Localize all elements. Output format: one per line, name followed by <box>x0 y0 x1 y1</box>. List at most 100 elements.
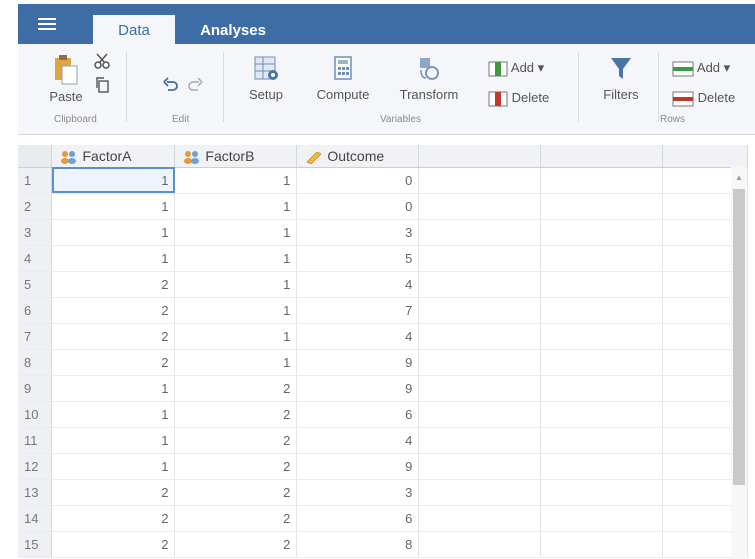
setup-button[interactable]: Setup <box>244 54 288 102</box>
column-header-empty[interactable] <box>662 145 748 168</box>
column-header-factora[interactable]: FactorA <box>51 145 176 168</box>
table-cell[interactable]: 2 <box>51 271 176 298</box>
compute-button[interactable]: Compute <box>312 54 374 102</box>
table-row[interactable]: 2110 <box>18 193 748 220</box>
table-row[interactable]: 6217 <box>18 297 748 324</box>
row-number[interactable]: 5 <box>18 271 53 298</box>
empty-cell[interactable] <box>540 375 664 402</box>
empty-cell[interactable] <box>540 245 664 272</box>
table-cell[interactable]: 1 <box>51 245 176 272</box>
empty-cell[interactable] <box>418 401 542 428</box>
empty-cell[interactable] <box>418 505 542 532</box>
table-cell[interactable]: 9 <box>296 453 420 480</box>
empty-cell[interactable] <box>418 479 542 506</box>
delete-row-button[interactable]: Delete <box>672 90 735 107</box>
hamburger-menu-icon[interactable] <box>38 15 56 33</box>
table-cell[interactable]: 6 <box>296 505 420 532</box>
scrollbar-thumb[interactable] <box>733 189 745 485</box>
empty-cell[interactable] <box>540 453 664 480</box>
row-number[interactable]: 1 <box>18 167 53 194</box>
copy-button[interactable] <box>92 76 112 97</box>
add-row-button[interactable]: Add ▾ <box>672 60 730 77</box>
empty-cell[interactable] <box>540 401 664 428</box>
empty-cell[interactable] <box>418 219 542 246</box>
table-cell[interactable]: 2 <box>51 297 176 324</box>
row-number[interactable]: 11 <box>18 427 53 454</box>
table-cell[interactable]: 1 <box>51 219 176 246</box>
table-cell[interactable]: 1 <box>174 167 298 194</box>
redo-button[interactable] <box>184 76 206 97</box>
row-number[interactable]: 12 <box>18 453 53 480</box>
paste-button[interactable]: Paste <box>46 54 86 104</box>
empty-cell[interactable] <box>418 193 542 220</box>
table-cell[interactable]: 4 <box>296 427 420 454</box>
transform-button[interactable]: Transform <box>394 54 464 102</box>
table-row[interactable]: 9129 <box>18 375 748 402</box>
table-row[interactable]: 1110 <box>18 167 748 194</box>
table-row[interactable]: 10 1 2 6 <box>18 401 748 428</box>
table-cell[interactable]: 1 <box>51 193 176 220</box>
table-row[interactable]: 11 1 2 4 <box>18 427 748 454</box>
row-number[interactable]: 14 <box>18 505 53 532</box>
table-cell[interactable]: 2 <box>51 479 176 506</box>
cut-button[interactable] <box>92 52 112 73</box>
table-cell[interactable]: 2 <box>174 401 298 428</box>
table-cell[interactable]: 9 <box>296 375 420 402</box>
column-header-outcome[interactable]: Outcome <box>296 145 420 168</box>
table-cell[interactable]: 4 <box>296 271 420 298</box>
table-cell[interactable]: 2 <box>174 479 298 506</box>
table-row[interactable]: 7214 <box>18 323 748 350</box>
table-cell[interactable]: 1 <box>174 245 298 272</box>
table-cell[interactable]: 0 <box>296 193 420 220</box>
delete-variable-button[interactable]: Delete <box>488 90 549 107</box>
empty-cell[interactable] <box>540 531 664 558</box>
table-cell[interactable]: 2 <box>174 427 298 454</box>
table-cell[interactable]: 1 <box>51 375 176 402</box>
column-header-empty[interactable] <box>418 145 542 168</box>
empty-cell[interactable] <box>418 349 542 376</box>
table-cell[interactable]: 0 <box>296 167 420 194</box>
empty-cell[interactable] <box>540 193 664 220</box>
empty-cell[interactable] <box>540 505 664 532</box>
table-row[interactable]: 14 2 2 6 <box>18 505 748 532</box>
empty-cell[interactable] <box>540 323 664 350</box>
table-cell[interactable]: 3 <box>296 479 420 506</box>
column-header-factorb[interactable]: FactorB <box>174 145 298 168</box>
table-cell[interactable]: 1 <box>174 323 298 350</box>
empty-cell[interactable] <box>418 375 542 402</box>
table-cell[interactable]: 1 <box>51 427 176 454</box>
table-cell[interactable]: 2 <box>51 505 176 532</box>
table-cell[interactable]: 1 <box>51 401 176 428</box>
table-cell[interactable]: 1 <box>174 349 298 376</box>
empty-cell[interactable] <box>418 323 542 350</box>
empty-cell[interactable] <box>418 245 542 272</box>
table-row[interactable]: 13 2 2 3 <box>18 479 748 506</box>
table-cell[interactable]: 5 <box>296 245 420 272</box>
table-cell[interactable]: 2 <box>174 375 298 402</box>
row-number[interactable]: 7 <box>18 323 53 350</box>
table-cell[interactable]: 2 <box>174 505 298 532</box>
empty-cell[interactable] <box>418 453 542 480</box>
empty-cell[interactable] <box>418 297 542 324</box>
table-cell[interactable]: 2 <box>51 349 176 376</box>
empty-cell[interactable] <box>540 349 664 376</box>
row-number[interactable]: 6 <box>18 297 53 324</box>
row-number[interactable]: 4 <box>18 245 53 272</box>
row-number[interactable]: 9 <box>18 375 53 402</box>
table-cell[interactable]: 2 <box>174 453 298 480</box>
row-number[interactable]: 3 <box>18 219 53 246</box>
scroll-up-arrow-icon[interactable]: ▲ <box>735 173 743 182</box>
vertical-scrollbar[interactable]: ▲ <box>731 167 747 559</box>
table-cell[interactable]: 4 <box>296 323 420 350</box>
row-number[interactable]: 8 <box>18 349 53 376</box>
row-number[interactable]: 13 <box>18 479 53 506</box>
empty-cell[interactable] <box>418 531 542 558</box>
table-row[interactable]: 15 2 2 8 <box>18 531 748 558</box>
empty-cell[interactable] <box>540 297 664 324</box>
table-cell[interactable]: 1 <box>174 271 298 298</box>
filters-button[interactable]: Filters <box>596 54 646 102</box>
table-row[interactable]: 8219 <box>18 349 748 376</box>
table-cell[interactable]: 2 <box>51 531 176 558</box>
table-cell[interactable]: 1 <box>174 297 298 324</box>
empty-cell[interactable] <box>418 427 542 454</box>
